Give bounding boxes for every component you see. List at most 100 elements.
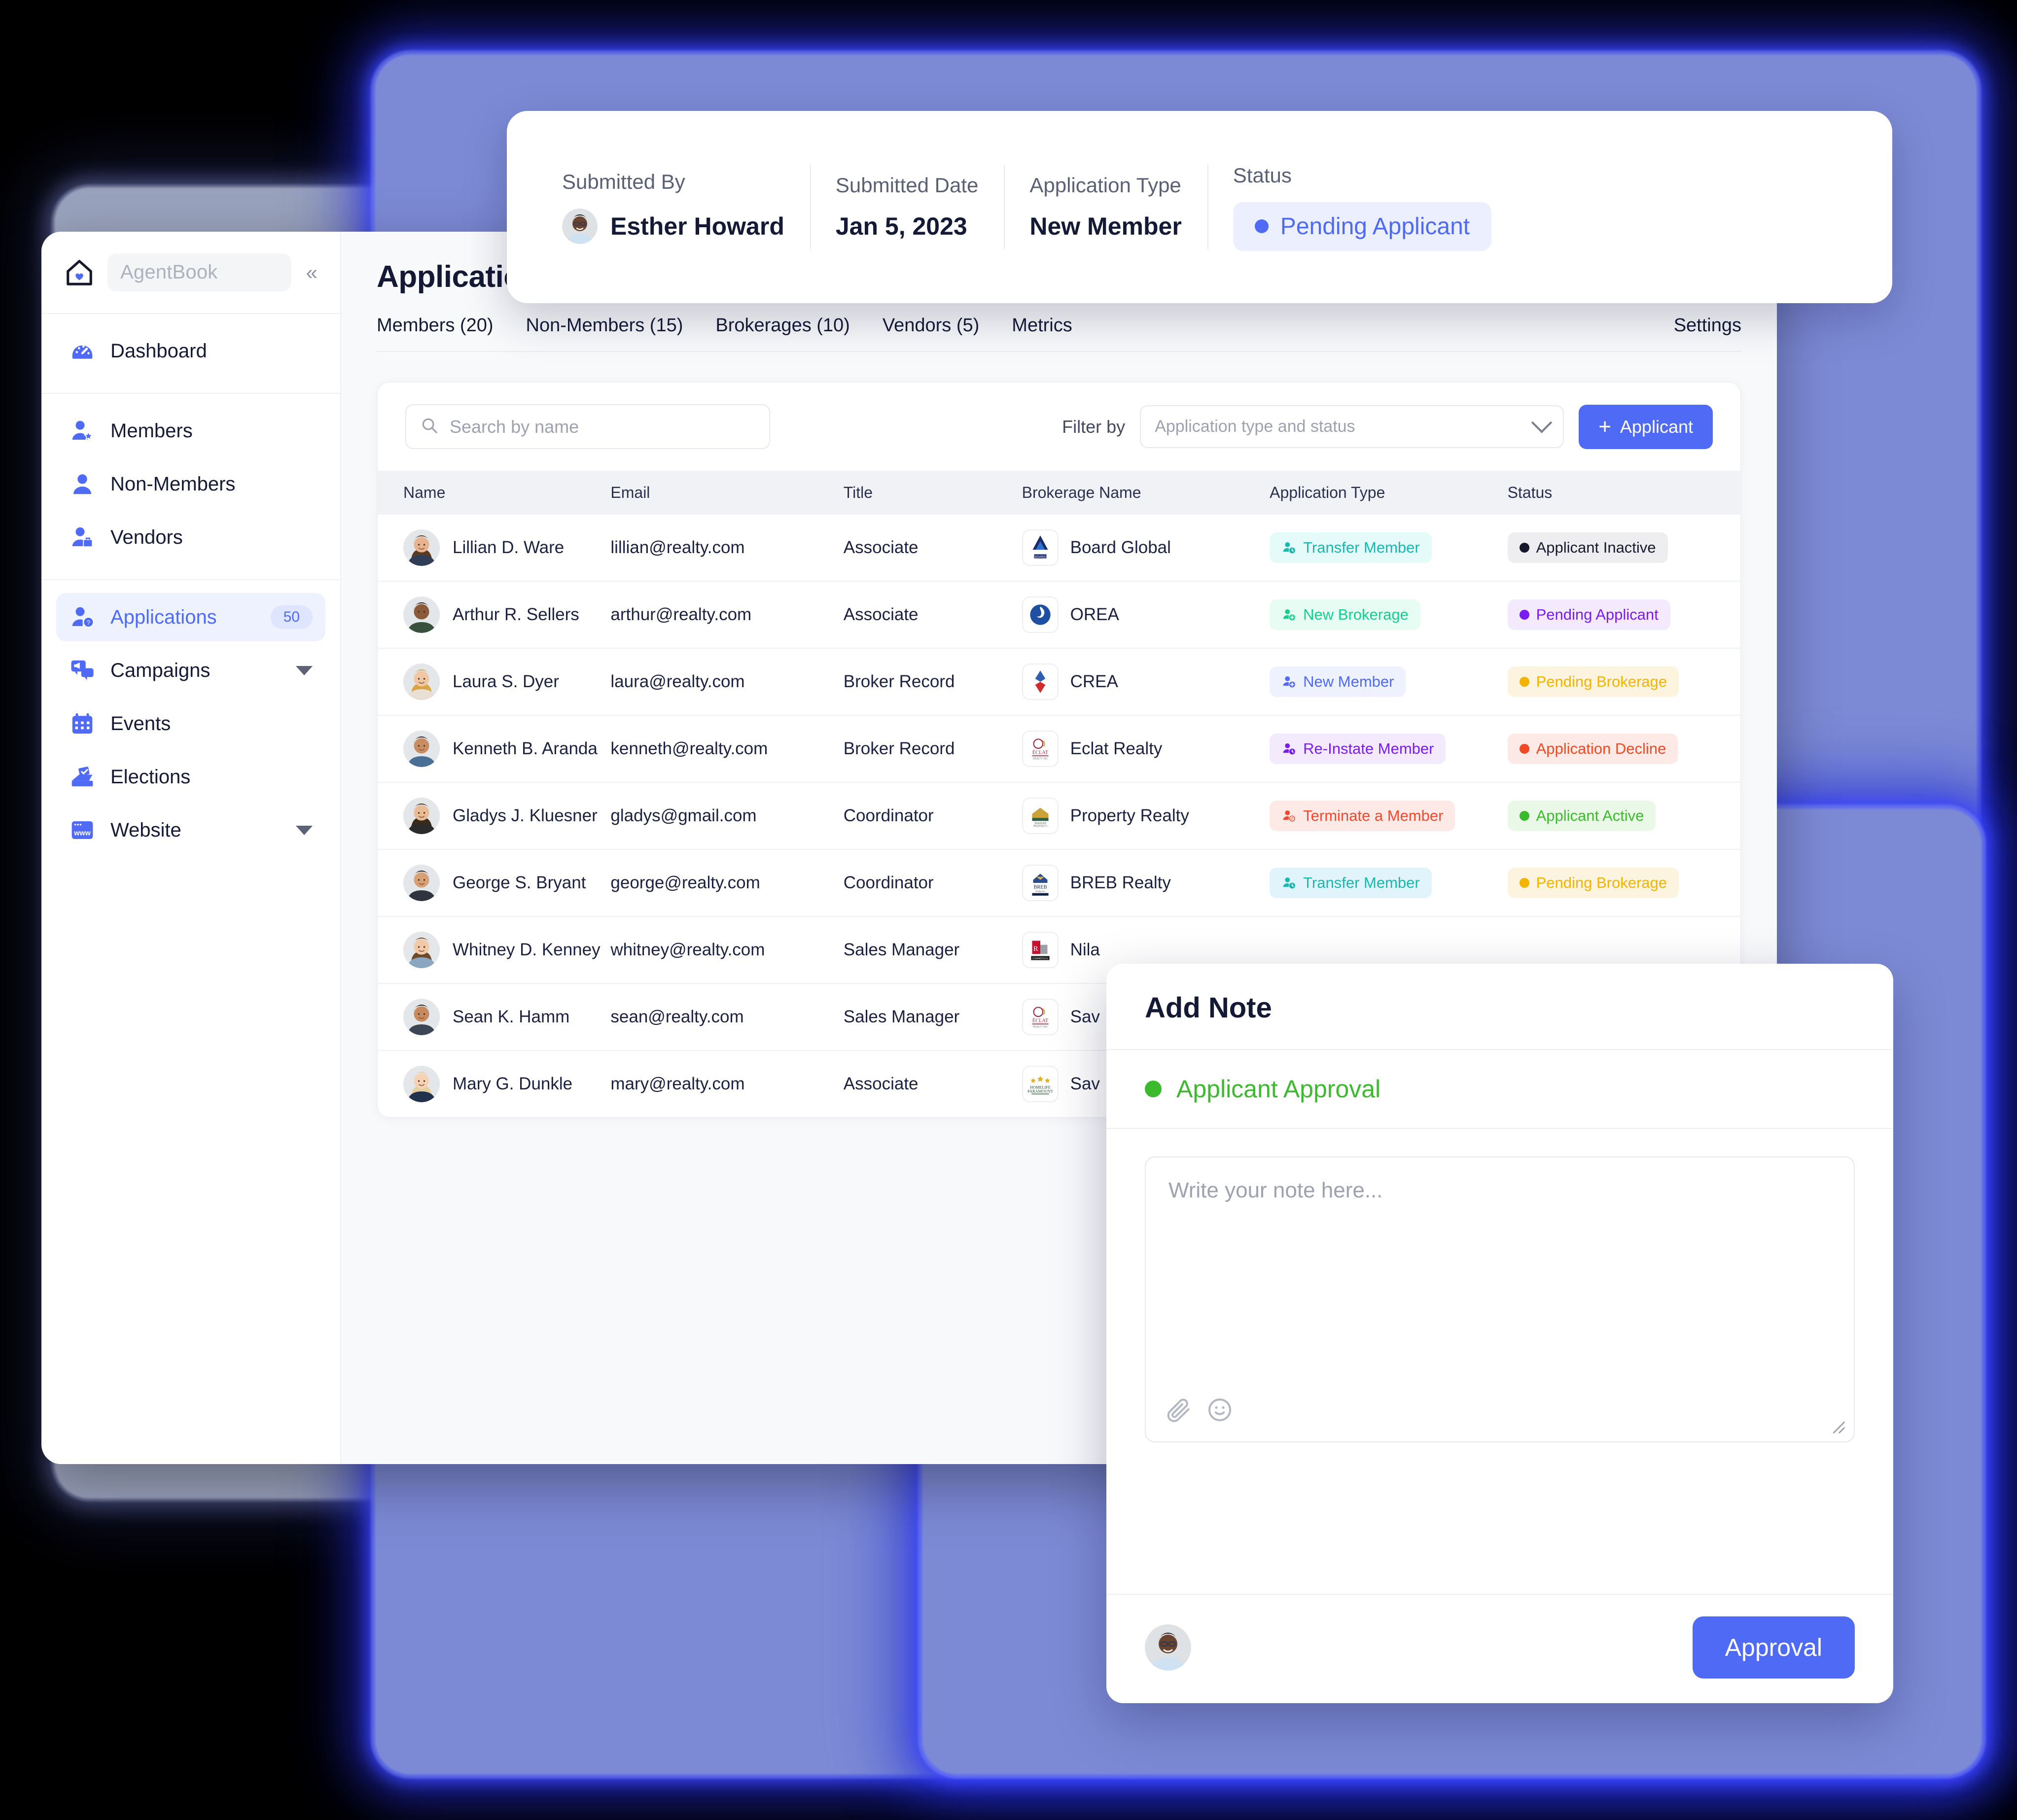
status-dot-icon	[1519, 543, 1529, 553]
table-row[interactable]: George S. Bryant george@realty.com Coord…	[378, 849, 1740, 917]
smiley-icon[interactable]	[1206, 1396, 1234, 1424]
sidebar-item-elections[interactable]: Elections	[56, 753, 325, 801]
filter-placeholder: Application type and status	[1155, 417, 1355, 436]
applicant-title: Broker Record	[843, 672, 955, 691]
approval-button[interactable]: Approval	[1692, 1616, 1855, 1679]
filter-select[interactable]: Application type and status	[1140, 405, 1564, 448]
tab-vendors[interactable]: Vendors (5)	[883, 315, 979, 336]
applicant-email: george@realty.com	[610, 873, 760, 892]
table-row[interactable]: Kenneth B. Aranda kenneth@realty.com Bro…	[378, 715, 1740, 783]
table-row[interactable]: Lillian D. Ware lillian@realty.com Assoc…	[378, 515, 1740, 582]
column-header-title: Title	[843, 471, 1022, 515]
cell-title: Coordinator	[843, 782, 1022, 850]
tab-metrics[interactable]: Metrics	[1012, 315, 1072, 336]
cell-title: Associate	[843, 515, 1022, 582]
dialog-footer: Approval	[1106, 1594, 1893, 1703]
avatar	[1145, 1624, 1191, 1671]
resize-handle[interactable]	[1829, 1418, 1846, 1435]
dialog-header: Add Note	[1106, 964, 1893, 1050]
rlp-commercial-logo: R COMMERCIAL	[1022, 932, 1059, 968]
tab-non-members[interactable]: Non-Members (15)	[526, 315, 683, 336]
sidebar-item-members[interactable]: Members	[56, 407, 325, 455]
chevrons-left-icon[interactable]: «	[304, 262, 319, 283]
table-row[interactable]: Laura S. Dyer laura@realty.com Broker Re…	[378, 648, 1740, 716]
cell-application-type: Transfer Member	[1270, 849, 1508, 917]
chevron-down-icon[interactable]	[296, 665, 313, 675]
paperclip-icon[interactable]	[1166, 1396, 1193, 1424]
svg-text:ÉCLAT: ÉCLAT	[1032, 1017, 1049, 1023]
table-toolbar: Search by name Filter by Application typ…	[378, 383, 1740, 471]
cell-email: gladys@gmail.com	[610, 782, 844, 850]
sidebar-group-2: Members Non-Members Vendors	[41, 393, 340, 579]
status-badge-label: Applicant Active	[1536, 807, 1644, 824]
application-type-label: Transfer Member	[1303, 874, 1420, 891]
applicant-name: Sean K. Hamm	[453, 1007, 570, 1026]
cell-title: Broker Record	[843, 715, 1022, 783]
transfer-member-icon	[1281, 540, 1296, 555]
brand-name-field[interactable]: AgentBook	[107, 253, 291, 291]
application-type-badge: Terminate a Member	[1270, 801, 1455, 831]
sidebar-brand-row: AgentBook «	[41, 232, 340, 314]
sidebar-item-label: Applications	[110, 606, 217, 628]
brokerage-name: Sav	[1070, 1007, 1100, 1026]
applicant-title: Broker Record	[843, 739, 955, 758]
status-badge: Application Decline	[1507, 734, 1678, 764]
applicant-email: sean@realty.com	[610, 1007, 744, 1026]
dialog-body: Write your note here...	[1106, 1129, 1893, 1566]
add-applicant-button[interactable]: + Applicant	[1579, 404, 1713, 449]
cell-name: Whitney D. Kenney	[378, 916, 611, 984]
applicant-email: laura@realty.com	[610, 672, 745, 691]
campaign-megaphone-icon	[69, 657, 96, 684]
sidebar-item-events[interactable]: Events	[56, 700, 325, 748]
table-row[interactable]: Arthur R. Sellers arthur@realty.com Asso…	[378, 581, 1740, 649]
eclat-realty-logo: ÉCLAT REALTY INC	[1022, 999, 1059, 1035]
applicant-name: Laura S. Dyer	[453, 672, 559, 691]
applicant-email: whitney@realty.com	[610, 940, 765, 959]
settings-link[interactable]: Settings	[1674, 315, 1741, 336]
cell-name: Gladys J. Kluesner	[378, 782, 611, 850]
applications-count-badge: 50	[270, 605, 313, 629]
cell-title: Coordinator	[843, 849, 1022, 917]
table-row[interactable]: Gladys J. Kluesner gladys@gmail.com Coor…	[378, 782, 1740, 850]
svg-text:REALTY INC: REALTY INC	[1033, 758, 1048, 761]
summary-label: Application Type	[1029, 174, 1181, 197]
table-header-row: Name Email Title Brokerage Name Applicat…	[378, 471, 1740, 515]
tab-bar: Members (20) Non-Members (15) Brokerages…	[377, 315, 1741, 352]
sidebar-item-vendors[interactable]: Vendors	[56, 513, 325, 561]
cell-name: George S. Bryant	[378, 849, 611, 917]
crea-logo	[1022, 664, 1059, 700]
status-badge: Applicant Active	[1507, 801, 1656, 831]
chevron-down-icon[interactable]	[296, 825, 313, 835]
column-header-status: Status	[1507, 471, 1740, 515]
note-textarea[interactable]: Write your note here...	[1145, 1156, 1855, 1442]
applicant-name: Lillian D. Ware	[453, 538, 565, 557]
svg-text:PROPERTY: PROPERTY	[1033, 825, 1047, 828]
sidebar-item-campaigns[interactable]: Campaigns	[56, 646, 325, 695]
status-badge-label: Applicant Inactive	[1536, 539, 1656, 556]
sidebar-item-applications[interactable]: ? Applications 50	[56, 593, 325, 641]
column-header-brokerage: Brokerage Name	[1022, 471, 1270, 515]
svg-text:COMMERCIAL: COMMERCIAL	[1032, 957, 1049, 960]
applicant-name: Whitney D. Kenney	[453, 940, 601, 959]
sidebar-item-dashboard[interactable]: Dashboard	[56, 327, 325, 375]
application-type-label: New Member	[1303, 673, 1394, 690]
sidebar-item-non-members[interactable]: Non-Members	[56, 460, 325, 508]
status-dot-icon	[1145, 1081, 1162, 1097]
dashboard-icon	[69, 338, 96, 364]
cell-status: Pending Brokerage	[1507, 849, 1740, 917]
sidebar-item-website[interactable]: www Website	[56, 806, 325, 854]
cell-title: Associate	[844, 1050, 1022, 1117]
sidebar-item-label: Elections	[110, 766, 191, 788]
search-input[interactable]: Search by name	[405, 404, 770, 449]
tab-members[interactable]: Members (20)	[377, 315, 494, 336]
cell-application-type: Re-Instate Member	[1270, 715, 1508, 783]
application-type-label: Transfer Member	[1303, 539, 1420, 556]
brokerage-name: Nila	[1070, 940, 1100, 959]
new-brokerage-icon	[1281, 607, 1296, 622]
tab-brokerages[interactable]: Brokerages (10)	[715, 315, 849, 336]
cell-status: Applicant Active	[1507, 782, 1740, 850]
add-applicant-label: Applicant	[1620, 416, 1693, 437]
cell-brokerage: CREA	[1022, 648, 1270, 716]
screenshot-stage: AgentBook « Dashboard Members Non-Member…	[0, 0, 2017, 1820]
cell-email: whitney@realty.com	[610, 916, 844, 984]
